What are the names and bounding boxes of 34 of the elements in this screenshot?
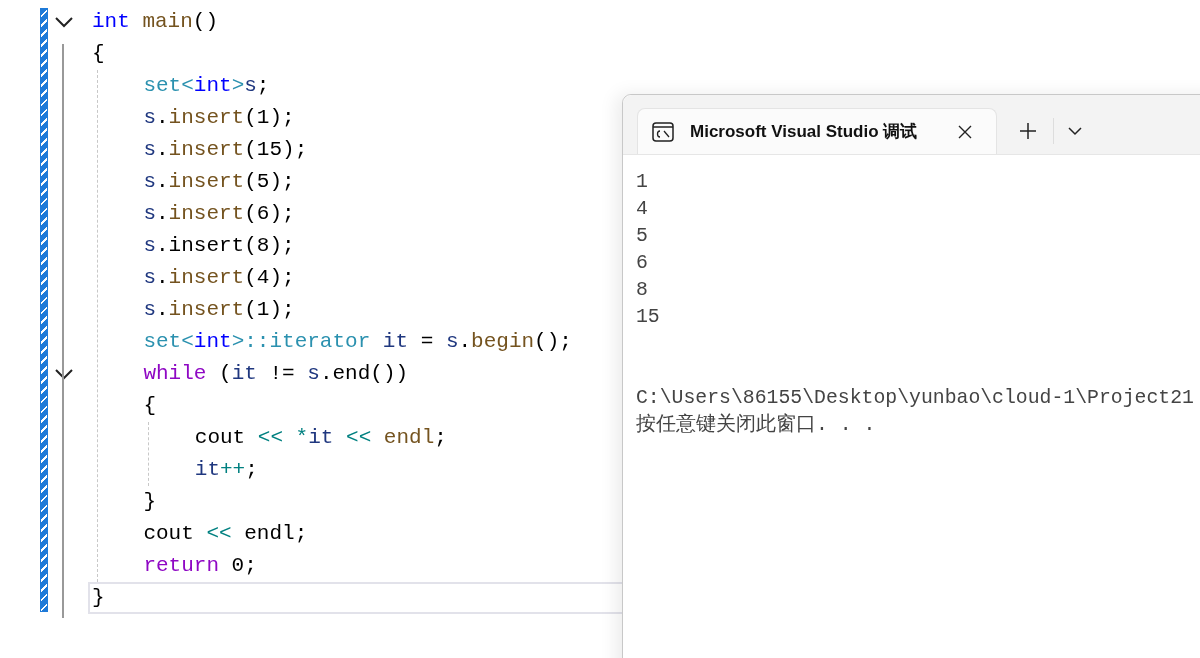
tab-title: Microsoft Visual Studio 调试 <box>690 121 919 143</box>
chevron-icon[interactable] <box>54 368 74 380</box>
code-line: return 0; <box>143 554 257 577</box>
code-line: { <box>92 42 105 65</box>
close-icon[interactable] <box>958 124 972 139</box>
output-line: 15 <box>636 305 661 330</box>
code-line: s.insert(15); <box>143 138 308 161</box>
code-line: while (it != s.end()) <box>143 362 409 385</box>
output-line: C:\Users\86155\Desktop\yunbao\cloud-1\Project21 <box>636 386 1195 411</box>
output-line: 6 <box>636 251 649 276</box>
chevron-icon[interactable] <box>54 16 74 28</box>
code-line: { <box>143 394 156 417</box>
output-line: 5 <box>636 224 649 249</box>
code-line: cout << *it << endl; <box>194 426 447 449</box>
plus-icon[interactable] <box>1019 122 1037 140</box>
output-line: 按任意键关闭此窗口. . . <box>636 412 877 438</box>
code-line: s.insert(1); <box>143 106 295 129</box>
code-line: s.insert(6); <box>143 202 295 225</box>
code-line: s.insert(1); <box>143 298 295 321</box>
output-line: 4 <box>636 197 649 222</box>
output-line: 1 <box>636 170 649 195</box>
code-line: s.insert(8); <box>143 234 295 257</box>
code-line: s.insert(5); <box>143 170 295 193</box>
code-line: int main() <box>92 10 219 33</box>
output-line: 8 <box>636 278 649 303</box>
code-line: s.insert(4); <box>143 266 295 289</box>
code-line: } <box>143 490 156 513</box>
code-line: it++; <box>194 458 258 481</box>
chevron-down-icon[interactable] <box>1068 127 1082 136</box>
code-line: set<int>::iterator it = s.begin(); <box>143 330 572 353</box>
terminal-tab[interactable]: Microsoft Visual Studio 调试 <box>637 108 997 154</box>
code-line: cout << endl; <box>143 522 308 545</box>
console-icon <box>652 121 674 142</box>
code-line: set<int>s; <box>143 74 270 97</box>
